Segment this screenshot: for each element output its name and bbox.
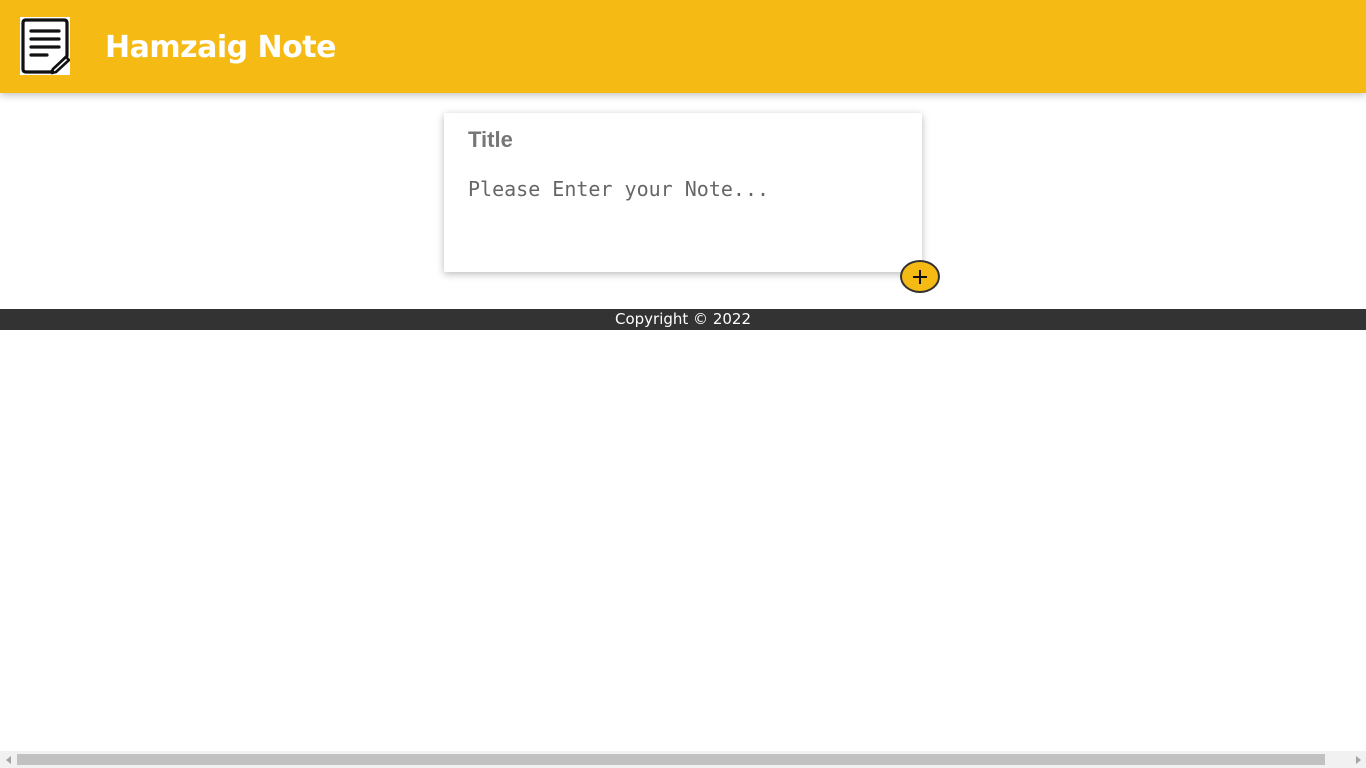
chevron-left-icon[interactable] bbox=[0, 751, 17, 768]
app-header: Hamzaig Note bbox=[0, 0, 1366, 93]
app-title: Hamzaig Note bbox=[105, 30, 336, 65]
copyright-text: Copyright © 2022 bbox=[614, 310, 751, 328]
horizontal-scrollbar[interactable] bbox=[0, 751, 1366, 768]
scrollbar-thumb[interactable] bbox=[17, 754, 1325, 765]
add-note-button[interactable] bbox=[900, 260, 940, 293]
note-content-textarea[interactable] bbox=[464, 177, 902, 257]
note-title-input[interactable] bbox=[464, 125, 902, 155]
note-document-icon bbox=[20, 17, 70, 75]
chevron-right-icon[interactable] bbox=[1349, 751, 1366, 768]
page-footer: Copyright © 2022 bbox=[0, 309, 1366, 330]
plus-icon bbox=[913, 269, 927, 284]
create-note-form bbox=[444, 113, 922, 272]
